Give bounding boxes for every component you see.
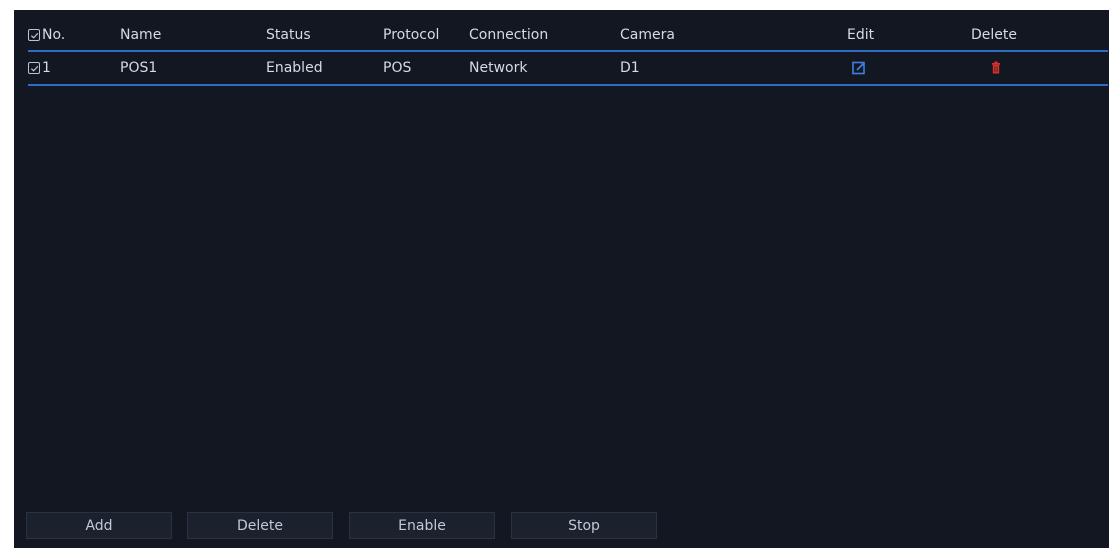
header-name: Name [120, 27, 162, 43]
row-no-value: 1 [42, 60, 51, 76]
bottom-toolbar: Add Delete Enable Stop [26, 512, 786, 540]
row-checkbox[interactable] [28, 62, 40, 74]
pos-settings-panel: No. Name Status Protocol Connection Came… [14, 10, 1109, 548]
row-name: POS1 [120, 60, 158, 76]
stop-button[interactable]: Stop [511, 512, 657, 539]
checkbox-check-icon [30, 32, 38, 39]
header-status: Status [266, 27, 311, 43]
header-delete: Delete [971, 27, 1017, 43]
select-all-checkbox[interactable] [28, 29, 40, 41]
edit-icon[interactable] [851, 52, 881, 84]
table-header: No. Name Status Protocol Connection Came… [28, 20, 1108, 52]
header-no: No. [28, 20, 108, 50]
row-status: Enabled [266, 60, 323, 76]
trash-icon[interactable] [988, 52, 1018, 84]
table-row[interactable]: 1 POS1 Enabled POS Network D1 [28, 52, 1108, 86]
header-camera: Camera [620, 27, 675, 43]
row-no: 1 [28, 52, 108, 84]
row-connection: Network [469, 60, 528, 76]
enable-button[interactable]: Enable [349, 512, 495, 539]
header-no-label: No. [42, 27, 66, 43]
delete-button[interactable]: Delete [187, 512, 333, 539]
checkbox-check-icon [30, 65, 38, 72]
header-edit: Edit [847, 27, 875, 43]
header-connection: Connection [469, 27, 549, 43]
row-camera: D1 [620, 60, 640, 76]
add-button[interactable]: Add [26, 512, 172, 539]
